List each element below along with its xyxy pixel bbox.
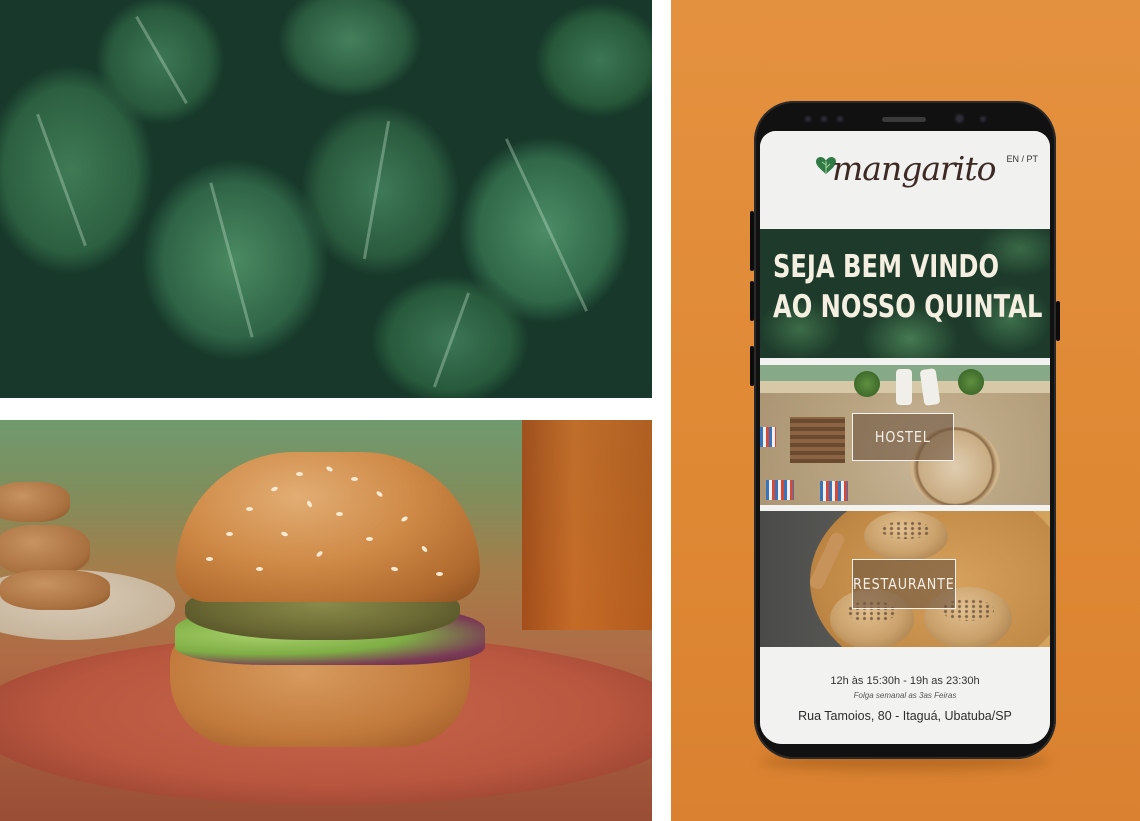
sensor-icon [836,115,844,123]
striped-towel [820,481,848,501]
croquette [0,525,90,575]
hero-title-line-1: SEJA BEM VINDO [773,249,1000,285]
app-footer: 12h às 15:30h - 19h as 23:30h Folga sema… [760,647,1050,744]
hero-title-line-2: AO NOSSO QUINTAL [773,289,1043,325]
hostel-section[interactable]: HOSTEL [760,365,1050,505]
phone-screen: mangarito EN / PT SEJA BEM VINDO AO NOSS… [760,131,1050,744]
sensor-icon [979,115,987,123]
burger-top-bun [176,452,480,602]
potted-plant [958,369,984,395]
sensor-icon [804,115,812,123]
burger-photo [0,420,652,821]
restaurant-section[interactable]: RESTAURANTE [760,511,1050,647]
sun-lounger [896,369,912,405]
address[interactable]: Rua Tamoios, 80 - Itaguá, Ubatuba/SP [760,709,1050,723]
hostel-button[interactable]: HOSTEL [852,413,954,461]
front-camera-icon [954,113,965,124]
croquette [0,570,110,610]
mini-burger-bun [864,511,948,561]
sensor-icon [820,115,828,123]
wooden-deck [790,417,845,463]
striped-towel [766,480,794,500]
potted-plant [854,371,880,397]
power-button [1056,301,1060,341]
app-logo[interactable]: mangarito [832,149,996,188]
leaves-photo [0,0,652,398]
smartphone-mockup: mangarito EN / PT SEJA BEM VINDO AO NOSS… [750,101,1060,759]
language-switch[interactable]: EN / PT [1006,154,1038,164]
croquette [0,482,70,522]
restaurant-button-label: RESTAURANTE [853,575,955,593]
hostel-button-label: HOSTEL [875,428,931,446]
weekly-day-off: Folga semanal as 3as Feiras [853,691,957,700]
hero-banner: SEJA BEM VINDO AO NOSSO QUINTAL [760,229,1050,358]
opening-hours: 12h às 15:30h - 19h as 23:30h [830,675,980,687]
drink-glass [522,420,652,630]
app-header: mangarito EN / PT [760,131,1050,228]
striped-towel [760,427,776,447]
section-divider [760,358,1050,364]
earpiece-speaker [882,117,926,122]
side-button [750,346,754,386]
volume-button [750,281,754,321]
restaurant-button[interactable]: RESTAURANTE [852,559,956,609]
volume-button [750,211,754,271]
